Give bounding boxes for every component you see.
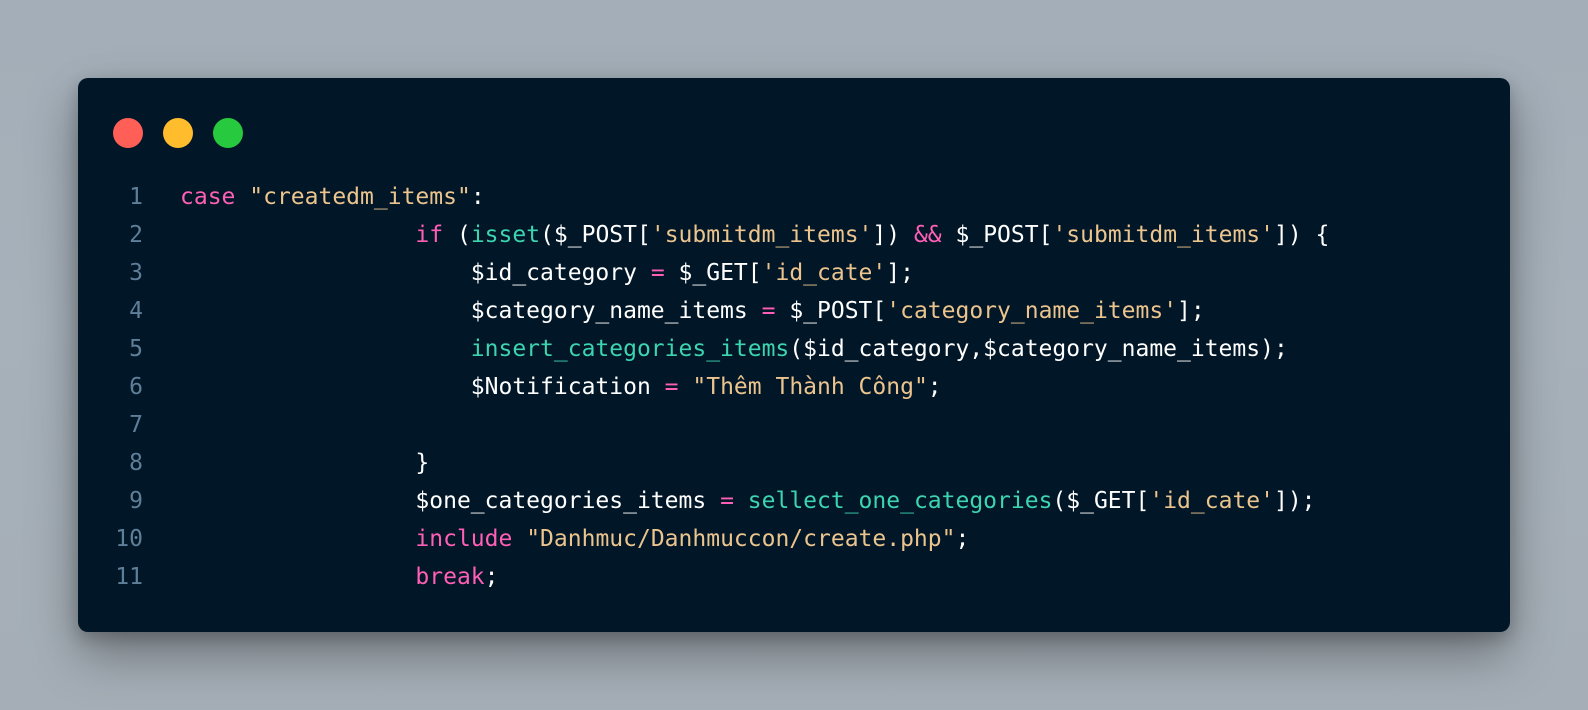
- line-number: 1: [129, 184, 143, 210]
- code-line: 4 $category_name_items = $_POST['categor…: [78, 292, 1510, 330]
- code-token: ($id_category,$category_name_items);: [789, 336, 1288, 362]
- code-token: $_POST[: [775, 298, 887, 324]
- code-token: include: [415, 526, 513, 552]
- code-token: $one_categories_items: [415, 488, 707, 514]
- code-token: ;: [484, 564, 499, 590]
- line-number: 2: [129, 222, 143, 248]
- code-block: 1 case "createdm_items": 2 if (isset($_POS…: [78, 178, 1510, 596]
- code-token: 'submitdm_items': [1052, 222, 1274, 248]
- code-token: $id_category: [470, 260, 637, 286]
- window-titlebar: [78, 78, 1510, 178]
- line-content: $category_name_items = $_POST['category_…: [180, 292, 1205, 330]
- code-token: &&: [913, 222, 942, 248]
- code-token: ]) {: [1274, 222, 1330, 248]
- line-content: case "createdm_items":: [180, 178, 485, 216]
- line-number: 3: [129, 260, 143, 286]
- code-line: 8 }: [78, 444, 1510, 482]
- line-number: 10: [115, 526, 143, 552]
- line-content: $one_categories_items = sellect_one_cate…: [180, 482, 1316, 520]
- code-window: 1 case "createdm_items": 2 if (isset($_POS…: [78, 78, 1510, 632]
- line-number: 4: [129, 298, 143, 324]
- line-content: $id_category = $_GET['id_cate'];: [180, 254, 914, 292]
- code-token: =: [664, 374, 679, 400]
- line-number: 9: [129, 488, 143, 514]
- line-content: break;: [180, 558, 499, 596]
- code-token: ;: [927, 374, 942, 400]
- code-token: 'id_cate': [1149, 488, 1274, 514]
- line-number: 5: [129, 336, 143, 362]
- code-token: (: [443, 222, 471, 248]
- code-token: $_GET[: [664, 260, 762, 286]
- code-line: 2 if (isset($_POST['submitdm_items']) &&…: [78, 216, 1510, 254]
- code-token: ;: [955, 526, 970, 552]
- code-token: :: [470, 184, 485, 210]
- code-token: }: [415, 450, 430, 476]
- code-token: 'submitdm_items': [650, 222, 873, 248]
- line-number: 11: [115, 564, 143, 590]
- code-line: 9 $one_categories_items = sellect_one_ca…: [78, 482, 1510, 520]
- line-number: 8: [129, 450, 143, 476]
- code-token: break: [415, 564, 485, 590]
- code-token: insert_categories_items: [470, 336, 790, 362]
- line-content: if (isset($_POST['submitdm_items']) && $…: [180, 216, 1329, 254]
- code-token: "Thêm Thành Công": [692, 374, 928, 400]
- code-token: =: [720, 488, 734, 514]
- code-token: 'id_cate': [761, 260, 887, 286]
- code-token: ];: [886, 260, 914, 286]
- code-token: isset: [470, 222, 541, 248]
- line-number: 7: [129, 412, 143, 438]
- code-token: =: [650, 260, 665, 286]
- code-token: $_POST[: [941, 222, 1053, 248]
- code-token: sellect_one_categories: [747, 488, 1053, 514]
- line-content: $Notification = "Thêm Thành Công";: [180, 368, 942, 406]
- line-content: insert_categories_items($id_category,$ca…: [180, 330, 1288, 368]
- code-token: ($_POST[: [540, 222, 651, 248]
- code-line: 5 insert_categories_items($id_category,$…: [78, 330, 1510, 368]
- code-line: 3 $id_category = $_GET['id_cate'];: [78, 254, 1510, 292]
- code-token: $category_name_items: [470, 298, 748, 324]
- code-token: ]);: [1273, 488, 1316, 514]
- code-token: ($_GET[: [1052, 488, 1150, 514]
- code-token: ];: [1177, 298, 1205, 324]
- code-token: =: [761, 298, 776, 324]
- line-number: 6: [129, 374, 143, 400]
- code-token: $Notification: [470, 374, 651, 400]
- line-content: }: [180, 444, 429, 482]
- code-line: 7: [78, 406, 1510, 444]
- code-token: case: [180, 184, 236, 210]
- code-line: 1 case "createdm_items":: [78, 178, 1510, 216]
- code-token: 'category_name_items': [886, 298, 1178, 324]
- code-token: ]): [872, 222, 914, 248]
- line-content: include "Danhmuc/Danhmuccon/create.php";: [180, 520, 969, 558]
- minimize-button[interactable]: [163, 118, 193, 148]
- code-token: "Danhmuc/Danhmuccon/create.php": [526, 526, 956, 552]
- code-line: 11 break;: [78, 558, 1510, 596]
- code-line: 6 $Notification = "Thêm Thành Công";: [78, 368, 1510, 406]
- close-button[interactable]: [113, 118, 143, 148]
- code-token: if: [415, 222, 444, 248]
- maximize-button[interactable]: [213, 118, 243, 148]
- code-line: 10 include "Danhmuc/Danhmuccon/create.ph…: [78, 520, 1510, 558]
- code-token: "createdm_items": [249, 184, 471, 210]
